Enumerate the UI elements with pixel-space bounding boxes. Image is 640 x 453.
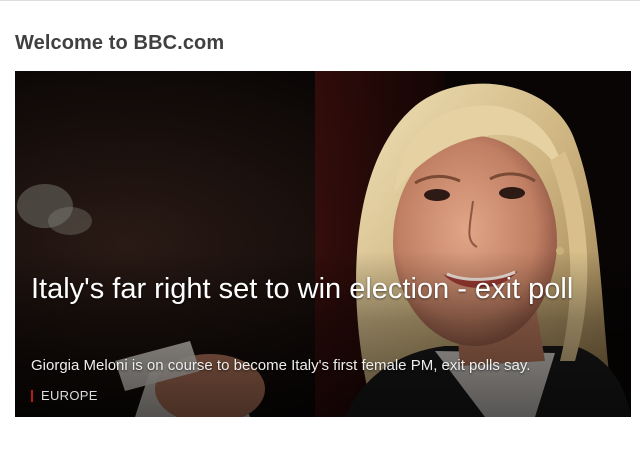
bbc-homepage: Welcome to BBC.com Italy's far right set…: [0, 0, 640, 453]
story-summary: Giorgia Meloni is on course to become It…: [31, 357, 531, 374]
top-divider: [0, 0, 640, 1]
top-story-card[interactable]: Italy's far right set to win election - …: [15, 71, 631, 417]
section-label: EUROPE: [41, 388, 98, 403]
headline-link[interactable]: Italy's far right set to win election - …: [31, 270, 591, 308]
page-title: Welcome to BBC.com: [15, 32, 225, 54]
section-accent-bar: [31, 389, 33, 402]
section-tag-link[interactable]: EUROPE: [31, 388, 98, 403]
